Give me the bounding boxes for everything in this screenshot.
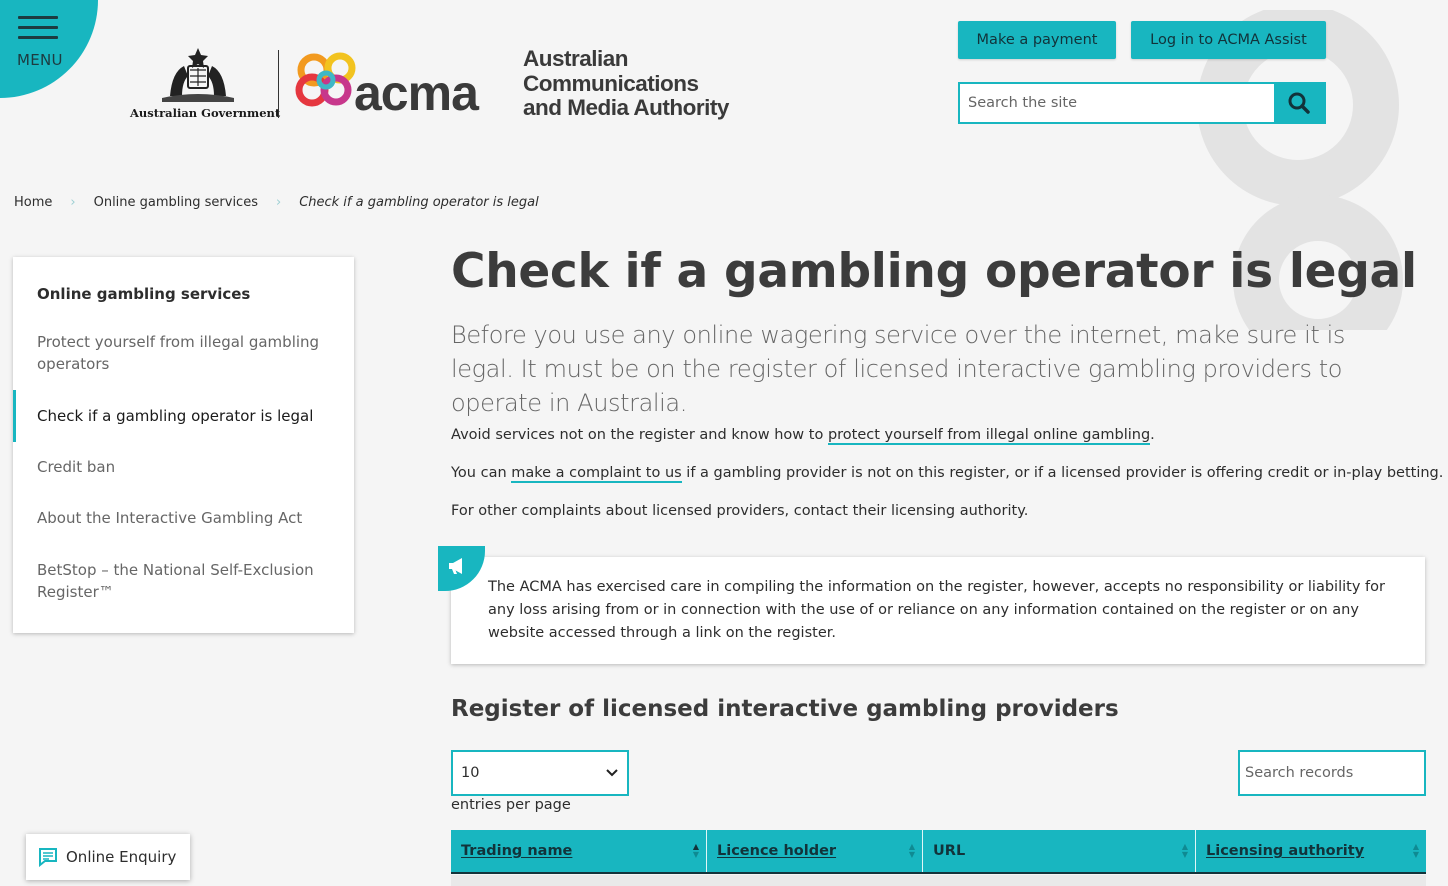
site-search [958,82,1326,124]
breadcrumb: Home › Online gambling services › Check … [14,195,539,210]
register-table-header: Trading name ▲ ▼ Licence holder ▲ ▼ URL ▲ ▼… [451,830,1426,874]
sort-icon: ▲ ▼ [1412,842,1419,859]
paragraph-other-complaints: For other complaints about licensed prov… [451,503,1029,519]
column-licence-holder[interactable]: Licence holder ▲ ▼ [707,830,923,872]
table-row [451,875,1426,886]
protect-yourself-link[interactable]: protect yourself from illegal online gam… [827,427,1151,445]
hamburger-icon [18,16,58,46]
sidebar-nav: Online gambling services Protect yoursel… [13,257,354,633]
acma-wordmark: acma [354,65,479,121]
make-payment-button[interactable]: Make a payment [958,21,1116,59]
gov-label: Australian Government [130,106,281,120]
entries-per-page-label: entries per page [451,797,571,813]
breadcrumb-online-gambling[interactable]: Online gambling services [94,195,258,210]
sidebar-item-credit-ban[interactable]: Credit ban [37,456,337,478]
text: if a gambling provider is not on this re… [681,465,1444,481]
australian-government-logo[interactable]: Australian Government [130,46,281,120]
column-label: Licence holder [717,843,837,859]
logo-divider [278,50,279,118]
text: You can [451,465,512,481]
menu-label: MENU [17,51,63,69]
sidebar-item-protect-yourself[interactable]: Protect yourself from illegal gambling o… [37,331,337,375]
column-label: Trading name [461,843,573,859]
sort-icon: ▲ ▼ [692,842,699,859]
text: . [1150,427,1155,443]
search-icon [1288,92,1310,114]
online-enquiry-button[interactable]: Online Enquiry [26,834,190,880]
sidebar-heading[interactable]: Online gambling services [37,285,250,303]
authority-name-line: Australian [523,46,629,71]
menu-button[interactable]: MENU [0,0,98,98]
sidebar-active-indicator [13,390,16,442]
login-acma-assist-button[interactable]: Log in to ACMA Assist [1131,21,1326,59]
online-enquiry-label: Online Enquiry [66,848,177,866]
sidebar-item-betstop[interactable]: BetStop – the National Self-Exclusion Re… [37,559,337,603]
chevron-right-icon: › [275,195,282,210]
lead-paragraph: Before you use any online wagering servi… [451,321,1346,417]
chevron-down-icon [606,769,618,777]
authority-name-line: and Media Authority [523,95,729,120]
sort-icon: ▲ ▼ [908,842,915,859]
sidebar-item-check-operator[interactable]: Check if a gambling operator is legal [37,405,337,427]
site-search-button[interactable] [1274,84,1324,122]
column-label: Licensing authority [1206,843,1365,859]
register-heading: Register of licensed interactive gamblin… [451,696,1119,722]
disclaimer-text: The ACMA has exercised care in compiling… [488,579,1385,641]
make-complaint-link[interactable]: make a complaint to us [511,465,682,483]
breadcrumb-home[interactable]: Home [14,195,52,210]
sidebar-item-interactive-gambling-act[interactable]: About the Interactive Gambling Act [37,507,337,529]
column-label: URL [933,843,966,859]
entries-per-page-select[interactable]: 10 [451,750,629,796]
page-title: Check if a gambling operator is legal [451,244,1417,299]
column-trading-name[interactable]: Trading name ▲ ▼ [451,830,707,872]
records-search-input[interactable] [1240,752,1424,794]
sort-icon: ▲ ▼ [1181,842,1188,859]
paragraph-avoid-services: Avoid services not on the register and k… [451,427,1155,445]
megaphone-icon [449,558,462,574]
column-licensing-authority[interactable]: Licensing authority ▲ ▼ [1196,830,1426,872]
site-search-input[interactable] [960,84,1274,122]
text: Avoid services not on the register and k… [451,427,828,443]
entries-value: 10 [461,765,480,781]
records-search [1238,750,1426,796]
authority-name: Australian Communications and Media Auth… [523,46,729,121]
column-url[interactable]: URL ▲ ▼ [923,830,1196,872]
authority-name-line: Communications [523,70,699,96]
disclaimer-notice: The ACMA has exercised care in compiling… [451,557,1425,664]
coat-of-arms-icon [162,48,234,102]
paragraph-complaint: You can make a complaint to us if a gamb… [451,465,1444,483]
chevron-right-icon: › [70,195,76,210]
breadcrumb-current: Check if a gambling operator is legal [299,195,539,210]
chat-icon [39,848,57,867]
